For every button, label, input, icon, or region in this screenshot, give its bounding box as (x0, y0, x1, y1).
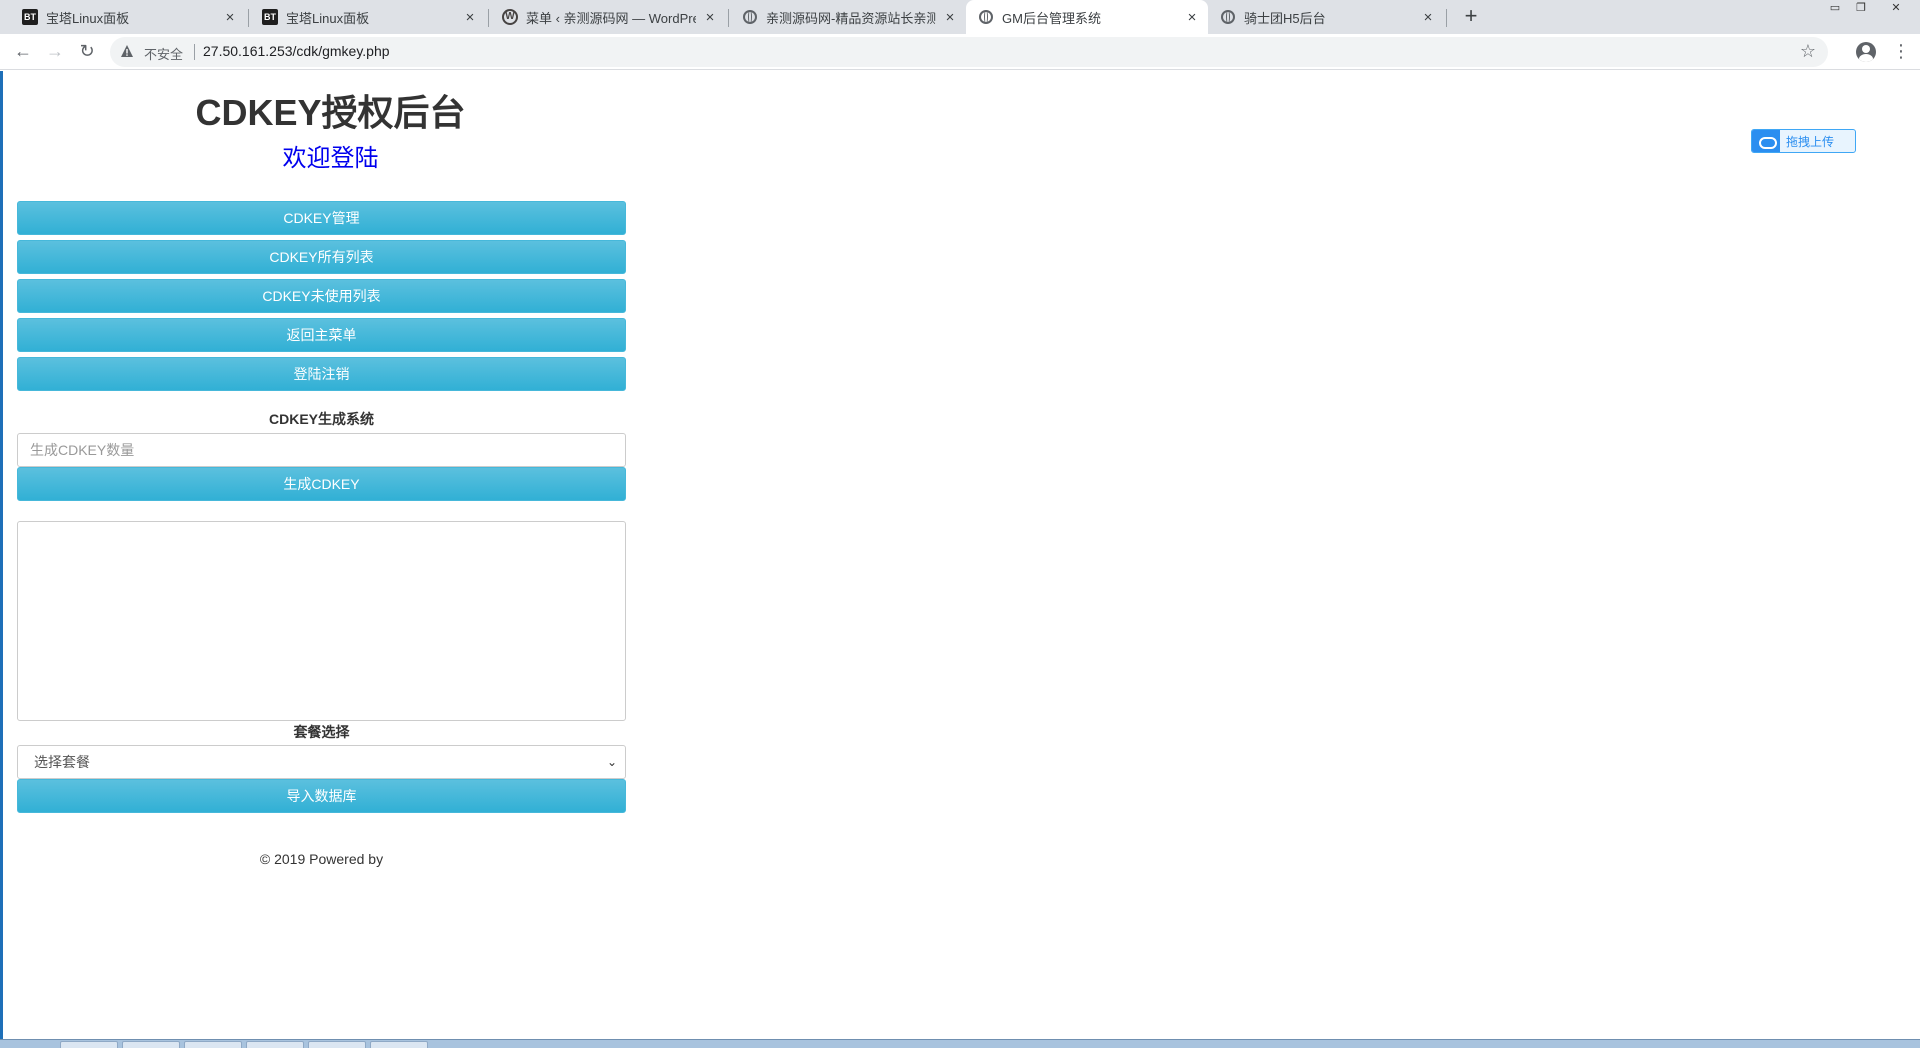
tab-wordpress-menu[interactable]: W 菜单 ‹ 亲测源码网 — WordPress × (490, 0, 726, 34)
tab-title: 宝塔Linux面板 (286, 10, 370, 26)
tab-strip: BT 宝塔Linux面板 × BT 宝塔Linux面板 × W 菜单 ‹ 亲测源… (0, 0, 1920, 34)
tab-bt-panel-1[interactable]: BT 宝塔Linux面板 × (10, 0, 246, 34)
more-menu-icon[interactable]: ⋮ (1892, 40, 1910, 64)
cdkey-unused-list-button[interactable]: CDKEY未使用列表 (17, 279, 626, 313)
close-icon[interactable]: × (222, 9, 238, 26)
taskbar (0, 1039, 1920, 1048)
cloud-icon (1752, 130, 1780, 152)
cdkey-manage-button[interactable]: CDKEY管理 (17, 201, 626, 235)
security-label[interactable]: 不安全 (144, 44, 183, 63)
warning-icon[interactable] (120, 44, 134, 58)
address-separator (194, 44, 195, 60)
taskbar-item[interactable] (246, 1041, 304, 1048)
tab-separator (1446, 9, 1447, 27)
tab-bt-panel-2[interactable]: BT 宝塔Linux面板 × (250, 0, 486, 34)
tab-title: 骑士团H5后台 (1244, 10, 1326, 26)
close-icon[interactable]: × (1184, 9, 1200, 26)
drag-upload-label: 拖拽上传 (1786, 135, 1835, 149)
welcome-text: 欢迎登陆 (282, 145, 379, 172)
minimize-button[interactable]: ▭ (1822, 0, 1848, 18)
tab-title: 亲测源码网-精品资源站长亲测 (766, 10, 936, 26)
tab-separator (488, 9, 489, 27)
wordpress-icon: W (502, 9, 518, 25)
url-text[interactable]: 27.50.161.253/cdk/gmkey.php (203, 43, 390, 59)
generate-cdkey-button[interactable]: 生成CDKEY (17, 467, 626, 501)
tab-title: 宝塔Linux面板 (46, 10, 130, 26)
reload-icon: ↻ (79, 41, 95, 61)
arrow-left-icon: ← (14, 41, 32, 61)
page-title: CDKEY授权后台 (195, 92, 466, 133)
taskbar-item[interactable] (60, 1041, 118, 1048)
minimize-icon: ▭ (1829, 2, 1841, 14)
footer-text: © 2019 Powered by (259, 851, 384, 867)
cdkey-panel: CDKEY授权后台 欢迎登陆 CDKEY管理 CDKEY所有列表 CDKEY未使… (17, 71, 644, 867)
globe-icon (1220, 9, 1236, 25)
browser-toolbar: ← → ↻ 不安全 27.50.161.253/cdk/gmkey.php ☆ … (0, 34, 1920, 70)
package-label: 套餐选择 (293, 724, 350, 740)
back-to-main-menu-button[interactable]: 返回主菜单 (17, 318, 626, 352)
cdkey-all-list-button[interactable]: CDKEY所有列表 (17, 240, 626, 274)
cdkey-count-input[interactable]: 生成CDKEY数量 (17, 433, 626, 467)
window-close-button[interactable]: ✕ (1874, 0, 1918, 18)
close-icon[interactable]: × (462, 9, 478, 26)
bt-icon: BT (22, 9, 38, 25)
profile-icon[interactable] (1856, 42, 1876, 62)
close-icon[interactable]: × (942, 9, 958, 26)
bt-icon: BT (262, 9, 278, 25)
reload-button[interactable]: ↻ (75, 40, 99, 64)
tab-separator (728, 9, 729, 27)
chevron-down-icon: ⌄ (606, 755, 617, 769)
tab-title: GM后台管理系统 (1002, 10, 1101, 26)
cdkey-output-textarea[interactable] (17, 521, 626, 721)
restore-icon: ❐ (1856, 2, 1866, 14)
globe-icon (742, 9, 758, 25)
address-bar[interactable]: 不安全 27.50.161.253/cdk/gmkey.php ☆ (110, 37, 1828, 67)
close-icon: ✕ (1891, 2, 1901, 14)
tab-separator (248, 9, 249, 27)
tab-title: 菜单 ‹ 亲测源码网 — WordPress (526, 10, 696, 26)
taskbar-item[interactable] (184, 1041, 242, 1048)
forward-button[interactable]: → (43, 40, 67, 64)
taskbar-item[interactable] (308, 1041, 366, 1048)
page-content: CDKEY授权后台 欢迎登陆 CDKEY管理 CDKEY所有列表 CDKEY未使… (0, 71, 1920, 1039)
generator-label: CDKEY生成系统 (268, 411, 374, 427)
globe-icon (978, 9, 994, 25)
maximize-button[interactable]: ❐ (1848, 0, 1874, 18)
tab-knights-h5-admin[interactable]: 骑士团H5后台 × (1208, 0, 1444, 34)
tab-gm-admin[interactable]: GM后台管理系统 × (966, 0, 1208, 34)
back-button[interactable]: ← (11, 40, 35, 64)
menu-buttons: CDKEY管理 CDKEY所有列表 CDKEY未使用列表 返回主菜单 登陆注销 (17, 201, 644, 391)
tab-qinceyuanma[interactable]: 亲测源码网-精品资源站长亲测 × (730, 0, 966, 34)
star-icon[interactable]: ☆ (1800, 41, 1816, 62)
taskbar-item[interactable] (370, 1041, 428, 1048)
import-database-button[interactable]: 导入数据库 (17, 779, 626, 813)
taskbar-item[interactable] (122, 1041, 180, 1048)
arrow-right-icon: → (46, 41, 64, 61)
logout-button[interactable]: 登陆注销 (17, 357, 626, 391)
close-icon[interactable]: × (702, 9, 718, 26)
close-icon[interactable]: × (1420, 9, 1436, 26)
package-select[interactable]: 选择套餐 ⌄ (17, 745, 626, 779)
new-tab-button[interactable]: + (1458, 4, 1484, 30)
package-select-value: 选择套餐 (34, 754, 90, 770)
drag-upload-widget[interactable]: 拖拽上传 (1751, 129, 1856, 153)
